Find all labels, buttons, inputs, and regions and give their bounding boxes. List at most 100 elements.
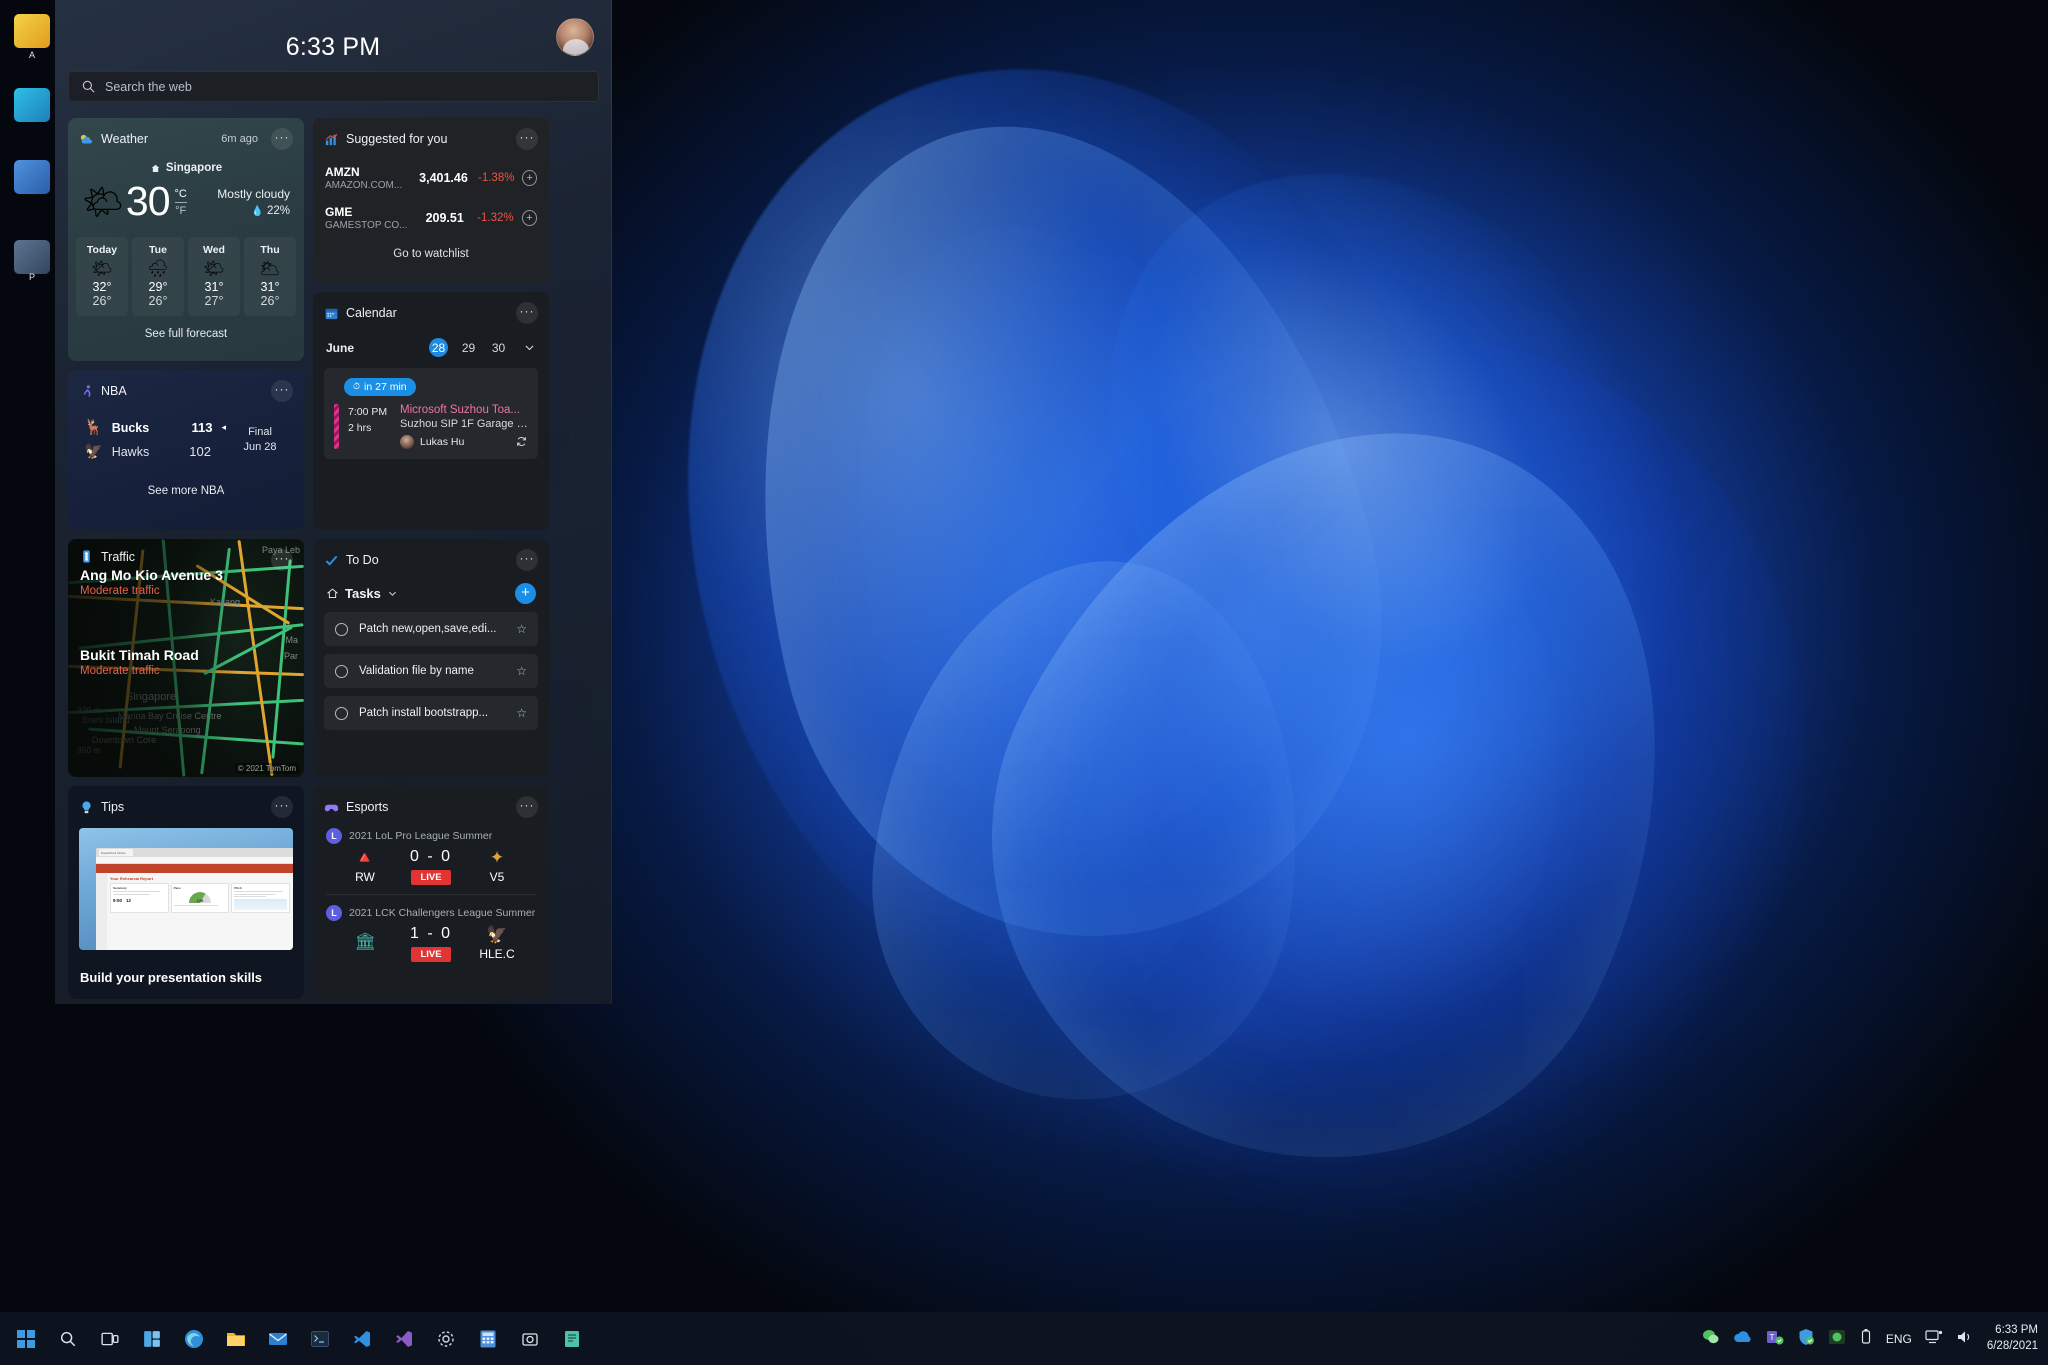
esports-away-team: 🦅 HLE.C: [461, 925, 533, 961]
todo-more-button[interactable]: ···: [516, 549, 538, 571]
forecast-day[interactable]: Thu 🌥 31° 26°: [244, 237, 296, 316]
task-checkbox[interactable]: [335, 664, 348, 678]
stock-row[interactable]: AMZN AMAZON.COM... 3,401.46 -1.38% +: [313, 158, 549, 198]
esports-score-block: 0 - 0 LIVE: [401, 848, 461, 885]
weather-title: Weather: [101, 132, 149, 146]
see-more-nba-link[interactable]: See more NBA: [68, 485, 304, 497]
weather-unit-fahrenheit[interactable]: °F: [175, 203, 187, 217]
task-checkbox[interactable]: [335, 622, 348, 636]
stocks-more-button[interactable]: ···: [516, 128, 538, 150]
svg-text:T: T: [1769, 1333, 1774, 1342]
app-icon[interactable]: [1828, 1329, 1846, 1348]
task-item[interactable]: Patch new,open,save,edi... ☆: [324, 612, 538, 646]
calendar-widget[interactable]: Calendar ··· June 28 29 30 ⏱ in 27 min 7…: [313, 292, 549, 530]
traffic-widget[interactable]: Paya Leb Kallang Singapore Downtown Core…: [68, 539, 304, 777]
notepad-button[interactable]: [556, 1323, 588, 1355]
stock-add-button[interactable]: +: [522, 170, 537, 186]
todo-widget[interactable]: To Do ··· Tasks + Patch new,open,save,ed…: [313, 539, 549, 777]
star-icon[interactable]: ☆: [516, 664, 527, 678]
teams-icon[interactable]: T: [1766, 1328, 1784, 1349]
nba-header: NBA ···: [68, 370, 304, 402]
screenshot-button[interactable]: [514, 1323, 546, 1355]
taskbar-clock[interactable]: 6:33 PM 6/28/2021: [1987, 1323, 2038, 1354]
weather-more-button[interactable]: ···: [271, 128, 293, 150]
weather-current-icon: 🌤: [82, 183, 124, 220]
wechat-icon[interactable]: [1702, 1328, 1720, 1349]
league-badge: L: [326, 905, 342, 921]
nba-title: NBA: [101, 384, 127, 398]
weather-widget[interactable]: Weather 6m ago ··· Singapore 🌤 30 °C °F …: [68, 118, 304, 361]
mail-button[interactable]: [262, 1323, 294, 1355]
weather-units[interactable]: °C °F: [174, 188, 187, 217]
traffic-more-button[interactable]: ···: [271, 549, 293, 571]
calendar-more-button[interactable]: ···: [516, 302, 538, 324]
esports-match[interactable]: 🏛 1 - 0 LIVE 🦅 HLE.C: [313, 921, 549, 962]
refresh-icon[interactable]: [515, 435, 528, 448]
onedrive-icon[interactable]: [1733, 1330, 1753, 1347]
stock-price: 3,401.46: [419, 171, 468, 185]
nba-widget[interactable]: NBA ··· 🦌 Bucks 113 ◂ 🦅 Hawks 102 Final …: [68, 370, 304, 530]
add-task-button[interactable]: +: [515, 583, 536, 604]
language-indicator[interactable]: ENG: [1886, 1332, 1912, 1346]
calendar-header: Calendar ···: [313, 292, 549, 324]
avatar[interactable]: [556, 18, 594, 56]
see-full-forecast-link[interactable]: See full forecast: [68, 316, 304, 340]
edge-button[interactable]: [178, 1323, 210, 1355]
settings-button[interactable]: [430, 1323, 462, 1355]
esports-match[interactable]: 🔺 RW 0 - 0 LIVE ✦ V5: [313, 844, 549, 885]
stock-row[interactable]: GME GAMESTOP CO... 209.51 -1.32% +: [313, 198, 549, 238]
vscode-button[interactable]: [346, 1323, 378, 1355]
calculator-button[interactable]: [472, 1323, 504, 1355]
star-icon[interactable]: ☆: [516, 622, 527, 636]
traffic-road-name: Ang Mo Kio Avenue 3: [80, 567, 223, 583]
nba-more-button[interactable]: ···: [271, 380, 293, 402]
volume-icon[interactable]: [1956, 1329, 1974, 1348]
widgets-button[interactable]: [136, 1323, 168, 1355]
security-icon[interactable]: [1797, 1328, 1815, 1349]
desktop-icon[interactable]: [14, 14, 50, 48]
chevron-down-icon[interactable]: [387, 588, 398, 599]
calendar-day-29[interactable]: 29: [459, 338, 478, 357]
forecast-day[interactable]: Wed 🌤 31° 27°: [188, 237, 240, 316]
calendar-day-30[interactable]: 30: [489, 338, 508, 357]
tips-preview-image[interactable]: PowerPoint Online Your Rehearsal Report: [79, 828, 293, 950]
task-checkbox[interactable]: [335, 706, 348, 720]
team-logo-icon: 🦌: [84, 419, 103, 436]
vs-button[interactable]: [388, 1323, 420, 1355]
panel-clock: 6:33 PM: [285, 33, 381, 61]
star-icon[interactable]: ☆: [516, 706, 527, 720]
start-button[interactable]: [10, 1323, 42, 1355]
search-button[interactable]: [52, 1323, 84, 1355]
tips-widget[interactable]: Tips ··· PowerPoint Online Your Rehearsa…: [68, 786, 304, 999]
stock-add-button[interactable]: +: [521, 210, 537, 226]
todo-list-selector[interactable]: Tasks +: [313, 571, 549, 604]
forecast-day[interactable]: Today 🌤 32° 26°: [76, 237, 128, 316]
tips-more-button[interactable]: ···: [271, 796, 293, 818]
chevron-down-icon[interactable]: [523, 341, 536, 354]
go-to-watchlist-link[interactable]: Go to watchlist: [313, 238, 549, 260]
task-item[interactable]: Validation file by name ☆: [324, 654, 538, 688]
preview-tabbar: PowerPoint Online: [96, 848, 293, 857]
file-explorer-button[interactable]: [220, 1323, 252, 1355]
esports-widget[interactable]: Esports ··· L 2021 LoL Pro League Summer…: [313, 786, 549, 999]
tips-header: Tips ···: [68, 786, 304, 818]
nba-team-score: 113: [191, 420, 213, 435]
calendar-day-28[interactable]: 28: [429, 338, 448, 357]
stocks-widget[interactable]: Suggested for you ··· AMZN AMAZON.COM...…: [313, 118, 549, 283]
traffic-item[interactable]: Ang Mo Kio Avenue 3 Moderate traffic: [80, 567, 223, 597]
widgets-column-left: Weather 6m ago ··· Singapore 🌤 30 °C °F …: [68, 118, 304, 999]
traffic-item[interactable]: Bukit Timah Road Moderate traffic: [80, 647, 199, 677]
weather-unit-celsius[interactable]: °C: [174, 188, 187, 203]
desktop-icon[interactable]: [14, 240, 50, 274]
desktop-icon[interactable]: [14, 88, 50, 122]
task-item[interactable]: Patch install bootstrapp... ☆: [324, 696, 538, 730]
esports-more-button[interactable]: ···: [516, 796, 538, 818]
usb-icon[interactable]: [1859, 1328, 1873, 1349]
search-input[interactable]: Search the web: [68, 71, 599, 102]
calendar-event[interactable]: ⏱ in 27 min 7:00 PM 2 hrs Microsoft Suzh…: [324, 368, 538, 459]
task-view-button[interactable]: [94, 1323, 126, 1355]
desktop-icon[interactable]: [14, 160, 50, 194]
forecast-day[interactable]: Tue 🌧 29° 26°: [132, 237, 184, 316]
network-icon[interactable]: [1925, 1329, 1943, 1348]
terminal-button[interactable]: [304, 1323, 336, 1355]
